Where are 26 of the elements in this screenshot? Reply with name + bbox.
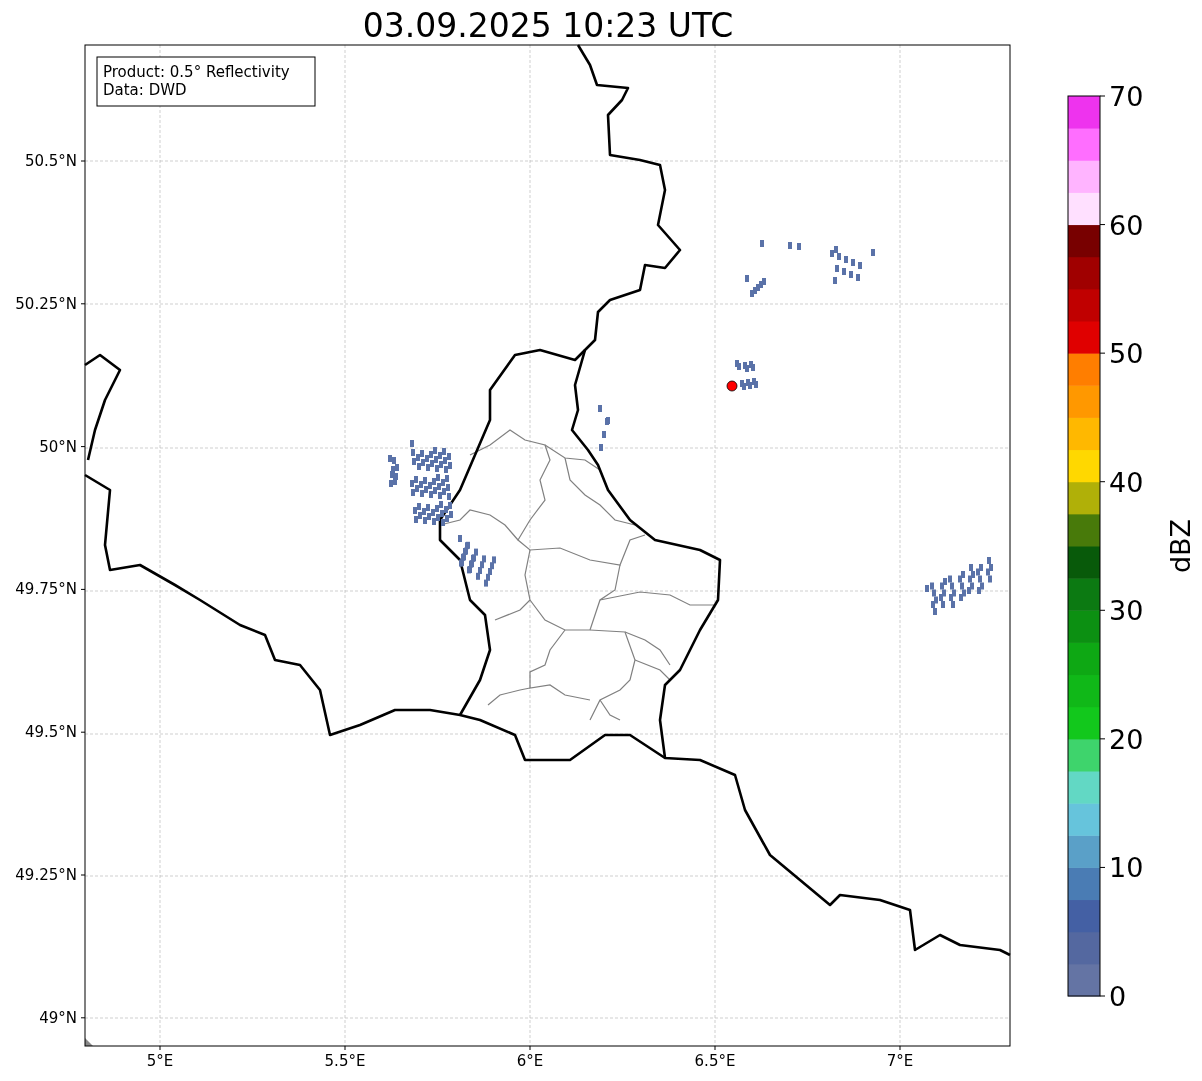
latitude-label: 50.5°N xyxy=(24,152,77,170)
longitude-label: 6°E xyxy=(516,1052,544,1070)
colorbar-tick-label: 50 xyxy=(1109,338,1144,370)
colorbar-tick-label: 0 xyxy=(1109,981,1127,1012)
longitude-label: 7°E xyxy=(886,1052,914,1070)
info-text: Product: 0.5° Reflectivity xyxy=(103,63,290,81)
latitude-label: 49.75°N xyxy=(15,580,77,599)
latitude-label: 49°N xyxy=(39,1008,77,1027)
radar-site-marker xyxy=(726,380,738,392)
longitude-label: 5°E xyxy=(146,1052,174,1070)
colorbar-tick-label: 30 xyxy=(1109,595,1144,627)
latitude-label: 50.25°N xyxy=(15,294,77,313)
info-text: Data: DWD xyxy=(103,81,187,99)
corner-shape xyxy=(85,1038,93,1046)
colorbar-tick-label: 20 xyxy=(1109,723,1144,755)
colorbar-tick-label: 60 xyxy=(1109,209,1144,241)
colorbar-tick-label: 70 xyxy=(1109,81,1144,112)
longitude-label: 5.5°E xyxy=(324,1052,366,1070)
colorbar-tick-label: 10 xyxy=(1109,852,1144,884)
longitude-label: 6.5°E xyxy=(694,1052,736,1070)
latitude-label: 49.5°N xyxy=(24,723,77,742)
colorbar-tick-label: 40 xyxy=(1109,466,1144,498)
chart-title: 03.09.2025 10:23 UTC xyxy=(362,6,734,45)
latitude-label: 50°N xyxy=(39,437,77,456)
colorbar-label: dBZ xyxy=(1165,518,1196,574)
latitude-label: 49.25°N xyxy=(15,866,77,884)
